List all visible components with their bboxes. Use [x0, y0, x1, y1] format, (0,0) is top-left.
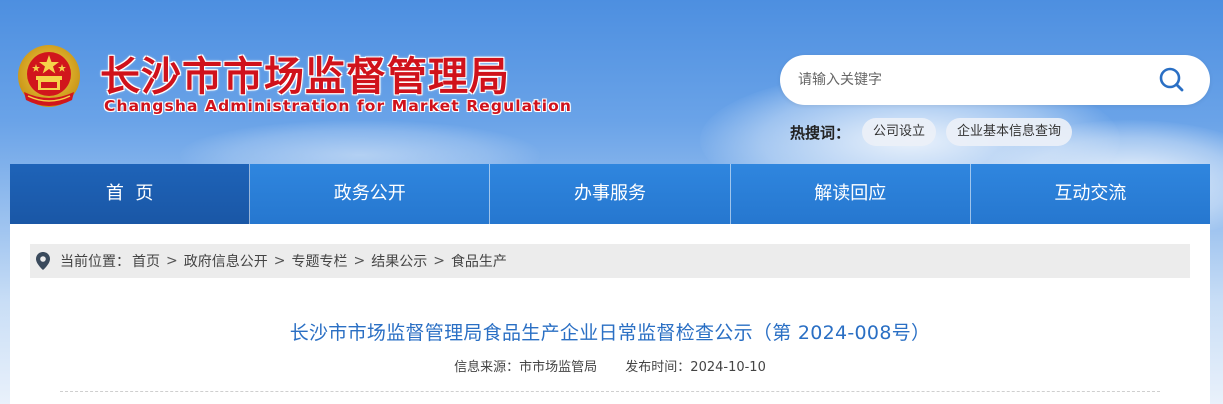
search-icon	[1159, 67, 1184, 92]
hot-search-label: 热搜词：	[790, 123, 851, 142]
search-input[interactable]	[798, 67, 1138, 93]
national-emblem-icon	[18, 45, 80, 107]
hot-search-tag[interactable]: 企业基本信息查询	[946, 118, 1073, 146]
article-source: 信息来源：市市场监管局	[454, 360, 598, 375]
nav-item-services[interactable]: 办事服务	[490, 164, 731, 224]
hot-search-tag[interactable]: 公司设立	[862, 118, 937, 146]
divider	[60, 391, 1160, 392]
site-header: 长沙市市场监督管理局 Changsha Administration for M…	[0, 0, 1223, 163]
breadcrumb: 当前位置： 首页 > 政府信息公开 > 专题专栏 > 结果公示 > 食品生产	[30, 244, 1190, 278]
nav-item-interaction[interactable]: 互动交流	[970, 164, 1211, 224]
article-date: 发布时间：2024-10-10	[625, 360, 766, 375]
search-button[interactable]	[1155, 65, 1189, 95]
nav-item-home[interactable]: 首 页	[10, 164, 251, 224]
article-title: 长沙市市场监督管理局食品生产企业日常监督检查公示（第 2024-008号）	[289, 322, 931, 344]
breadcrumb-item[interactable]: 专题专栏	[291, 251, 347, 271]
main-nav: 首 页 政务公开 办事服务 解读回应 互动交流	[10, 164, 1211, 224]
breadcrumb-item[interactable]: 结果公示	[371, 251, 427, 271]
article-meta: 信息来源：市市场监管局 发布时间：2024-10-10	[10, 356, 1210, 375]
nav-item-government-affairs[interactable]: 政务公开	[250, 164, 491, 224]
site-title: 长沙市市场监督管理局	[100, 54, 510, 100]
search-box	[780, 55, 1210, 105]
location-pin-icon	[36, 252, 50, 270]
breadcrumb-separator: >	[273, 253, 286, 269]
content-panel: 当前位置： 首页 > 政府信息公开 > 专题专栏 > 结果公示 > 食品生产 长…	[10, 224, 1210, 404]
breadcrumb-separator: >	[353, 253, 366, 269]
nav-item-interpretation[interactable]: 解读回应	[730, 164, 971, 224]
breadcrumb-item[interactable]: 首页	[132, 251, 160, 271]
breadcrumb-prefix: 当前位置：	[60, 254, 130, 270]
breadcrumb-separator: >	[433, 253, 445, 269]
breadcrumb-item[interactable]: 政府信息公开	[184, 251, 268, 271]
breadcrumb-separator: >	[166, 253, 178, 269]
hot-search: 热搜词： 公司设立 企业基本信息查询	[790, 118, 1082, 146]
breadcrumb-item[interactable]: 食品生产	[451, 251, 507, 271]
site-subtitle: Changsha Administration for Market Regul…	[104, 97, 572, 115]
